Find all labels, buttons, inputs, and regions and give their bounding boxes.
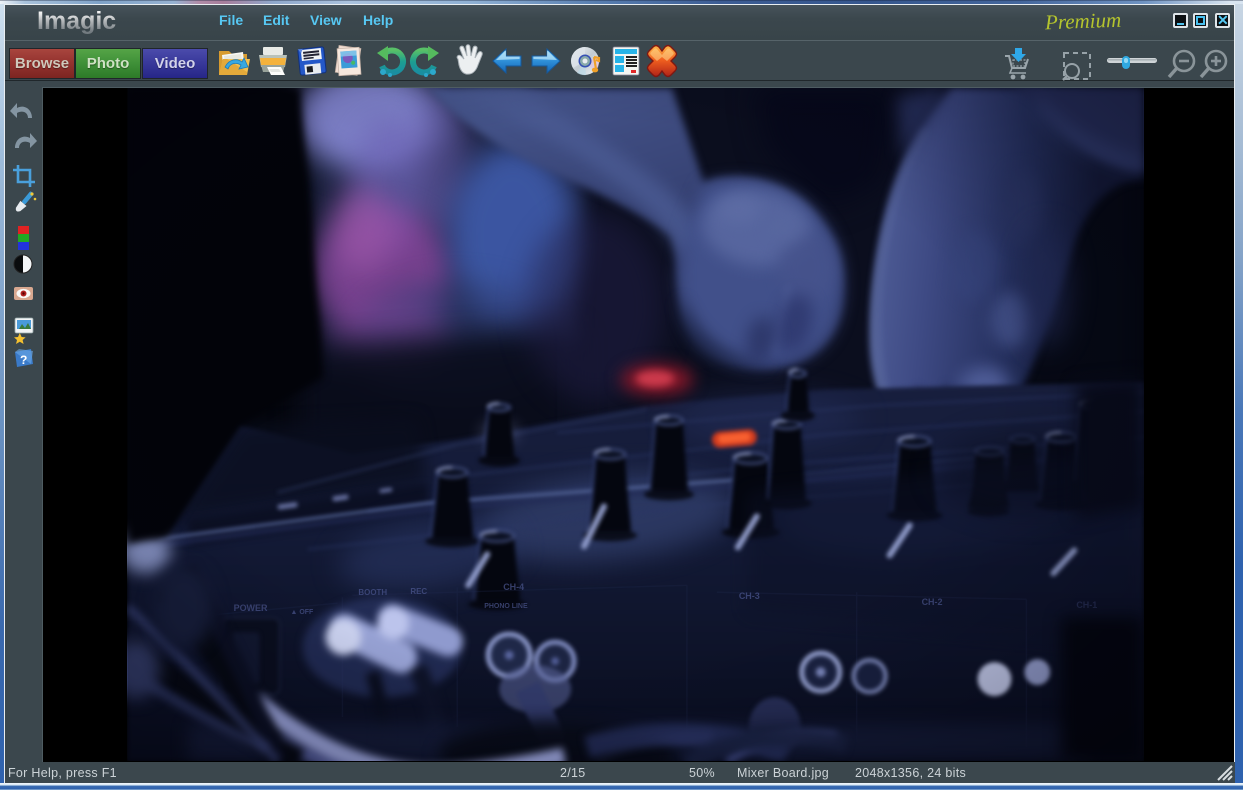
svg-text:?: ? bbox=[20, 353, 27, 367]
